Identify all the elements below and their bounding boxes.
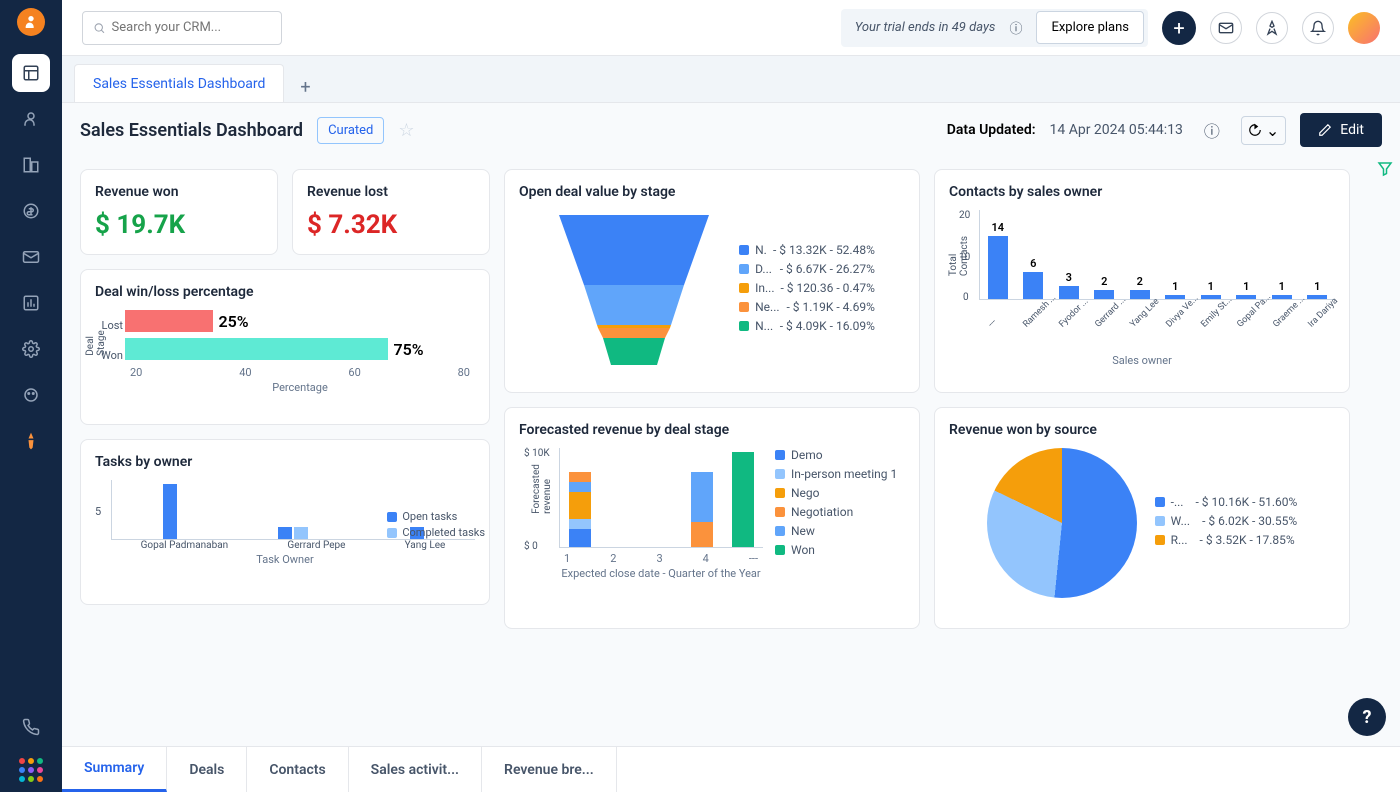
explore-plans-button[interactable]: Explore plans xyxy=(1036,11,1144,44)
refresh-icon xyxy=(1248,123,1262,137)
page-tabs: Sales Essentials Dashboard + xyxy=(62,56,1400,103)
data-updated-time: 14 Apr 2024 05:44:13 xyxy=(1050,122,1183,138)
bell-icon[interactable] xyxy=(1302,12,1334,44)
nav-phone[interactable] xyxy=(12,708,50,746)
kpi-revenue-lost-value: $ 7.32K xyxy=(307,210,475,240)
funnel-chart xyxy=(549,210,719,370)
nav-rocket[interactable] xyxy=(12,422,50,460)
app-logo[interactable] xyxy=(17,8,45,36)
mail-icon[interactable] xyxy=(1210,12,1242,44)
pencil-icon xyxy=(1318,123,1332,137)
refresh-button[interactable]: ⌄ xyxy=(1241,116,1286,145)
avatar[interactable] xyxy=(1348,12,1380,44)
bottom-tab-revenue[interactable]: Revenue bre... xyxy=(482,747,617,792)
nav-settings[interactable] xyxy=(12,330,50,368)
search-input[interactable] xyxy=(112,20,271,35)
pie-chart xyxy=(987,448,1137,598)
topbar: Your trial ends in 49 days ⓘ Explore pla… xyxy=(62,0,1400,56)
data-updated-label: Data Updated: xyxy=(947,122,1036,138)
card-tasks: Tasks by owner 5 Gopal PadmanabanGerrard… xyxy=(80,439,490,605)
add-button[interactable]: + xyxy=(1162,11,1196,45)
help-icon[interactable]: ⓘ xyxy=(1197,115,1227,145)
left-nav-rail xyxy=(0,0,62,792)
star-icon[interactable]: ☆ xyxy=(398,120,414,141)
nav-reports[interactable] xyxy=(12,284,50,322)
info-icon[interactable]: ⓘ xyxy=(1009,18,1022,37)
bottom-tab-deals[interactable]: Deals xyxy=(167,747,247,792)
search-icon xyxy=(93,21,106,35)
card-forecast: Forecasted revenue by deal stage Forecas… xyxy=(504,407,920,629)
kpi-revenue-lost: Revenue lost $ 7.32K xyxy=(292,169,490,255)
card-contacts: Contacts by sales owner TotalContacts 20… xyxy=(934,169,1350,393)
chevron-down-icon: ⌄ xyxy=(1266,121,1279,140)
add-tab-button[interactable]: + xyxy=(290,72,320,102)
announce-icon[interactable] xyxy=(1256,12,1288,44)
help-fab[interactable]: ? xyxy=(1348,698,1386,736)
nav-contacts[interactable] xyxy=(12,100,50,138)
bottom-tab-sales[interactable]: Sales activit... xyxy=(349,747,482,792)
bottom-tabs: Summary Deals Contacts Sales activit... … xyxy=(62,746,1400,792)
kpi-revenue-won-value: $ 19.7K xyxy=(95,210,263,240)
card-funnel: Open deal value by stage N.- $ 13.32K - … xyxy=(504,169,920,393)
nav-mail[interactable] xyxy=(12,238,50,276)
page-tab-dashboard[interactable]: Sales Essentials Dashboard xyxy=(74,64,284,102)
edit-button[interactable]: Edit xyxy=(1300,113,1382,147)
bottom-tab-contacts[interactable]: Contacts xyxy=(247,747,348,792)
nav-deals[interactable] xyxy=(12,192,50,230)
kpi-revenue-won: Revenue won $ 19.7K xyxy=(80,169,278,255)
search-box[interactable] xyxy=(82,11,282,45)
nav-dashboard[interactable] xyxy=(12,54,50,92)
page-title: Sales Essentials Dashboard xyxy=(80,120,303,141)
nav-apps[interactable] xyxy=(19,758,43,782)
page-header: Sales Essentials Dashboard Curated ☆ Dat… xyxy=(62,103,1400,157)
card-winloss: Deal win/loss percentage DealStage LostW… xyxy=(80,269,490,425)
nav-freddy[interactable] xyxy=(12,376,50,414)
trial-text: Your trial ends in 49 days xyxy=(855,20,996,35)
card-pie: Revenue won by source -...- $ 10.16K - 5… xyxy=(934,407,1350,629)
filter-rail-icon[interactable] xyxy=(1370,160,1400,178)
bottom-tab-summary[interactable]: Summary xyxy=(62,747,167,792)
nav-accounts[interactable] xyxy=(12,146,50,184)
trial-banner: Your trial ends in 49 days ⓘ Explore pla… xyxy=(841,9,1148,47)
curated-badge: Curated xyxy=(317,117,384,144)
